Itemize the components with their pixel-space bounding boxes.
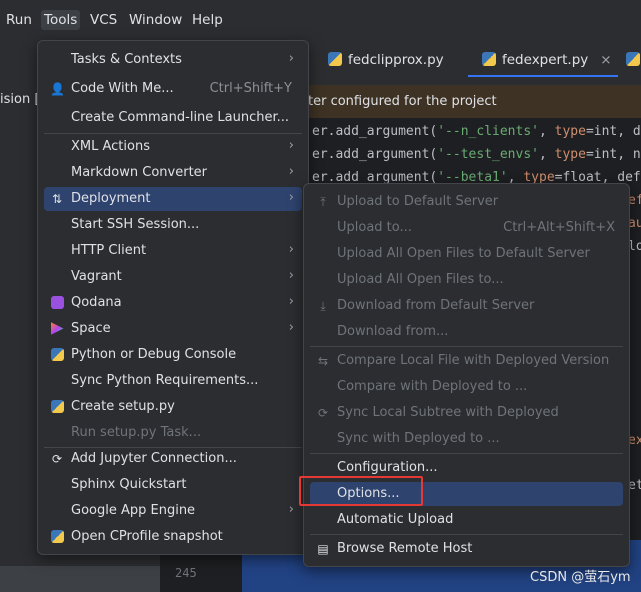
menu-separator xyxy=(310,453,623,454)
python-file-icon xyxy=(328,52,342,66)
code-line: er.add_argument('--test_envs', type=int,… xyxy=(312,147,641,162)
space-icon xyxy=(50,322,64,336)
menu-bar: Run Tools VCS Window Help xyxy=(0,0,641,40)
upload-icon: ⤒ xyxy=(320,195,326,209)
menu-item-download-from: Download from... xyxy=(337,324,449,339)
watermark: CSDN @萤石ym xyxy=(530,570,631,585)
menu-item-compare-deployed: Compare with Deployed to ... xyxy=(337,379,528,394)
tab-fedclipprox[interactable]: fedclipprox.py xyxy=(328,52,444,68)
menu-item-space[interactable]: Space › xyxy=(44,317,302,341)
menu-vcs[interactable]: VCS xyxy=(90,12,117,28)
chevron-right-icon: › xyxy=(288,51,294,66)
chevron-right-icon: › xyxy=(288,294,294,309)
chevron-right-icon: › xyxy=(288,502,294,517)
project-panel-footer xyxy=(0,566,160,592)
code-line: er.add_argument('--n_clients', type=int,… xyxy=(312,124,641,139)
menu-separator xyxy=(310,534,623,535)
menu-item-sync-subtree: ⟳ Sync Local Subtree with Deployed xyxy=(317,405,559,420)
menu-item-sphinx-quickstart[interactable]: Sphinx Quickstart xyxy=(44,473,302,497)
interpreter-warning-banner: eter configured for the project xyxy=(300,85,641,118)
python-icon xyxy=(50,400,64,414)
menu-item-python-console[interactable]: Python or Debug Console xyxy=(44,343,302,367)
tab-fedexpert[interactable]: fedexpert.py × xyxy=(482,52,612,68)
sync-icon: ⟳ xyxy=(317,406,329,420)
menu-separator xyxy=(310,346,623,347)
menu-item-tasks-contexts[interactable]: Tasks & Contexts › xyxy=(44,48,302,72)
menu-item-upload-all-to: Upload All Open Files to... xyxy=(337,272,504,287)
download-icon: ⤓ xyxy=(320,299,326,313)
chevron-right-icon: › xyxy=(288,320,294,335)
menu-item-code-with-me[interactable]: 👤 Code With Me... Ctrl+Shift+Y xyxy=(44,77,302,101)
menu-item-qodana[interactable]: Qodana › xyxy=(44,291,302,315)
tab-overflow[interactable] xyxy=(626,52,641,68)
menu-run[interactable]: Run xyxy=(6,12,32,28)
menu-item-add-jupyter[interactable]: ⟳ Add Jupyter Connection... xyxy=(44,447,302,471)
menu-item-upload-to: Upload to... Ctrl+Alt+Shift+X xyxy=(337,220,615,235)
tools-menu: Tasks & Contexts › 👤 Code With Me... Ctrl… xyxy=(37,40,309,555)
menu-item-create-setup[interactable]: Create setup.py xyxy=(44,395,302,419)
menu-item-start-ssh[interactable]: Start SSH Session... xyxy=(44,213,302,237)
menu-item-vagrant[interactable]: Vagrant › xyxy=(44,265,302,289)
menu-item-markdown-converter[interactable]: Markdown Converter › xyxy=(44,161,302,185)
remote-host-icon: ▤ xyxy=(317,542,329,556)
python-icon xyxy=(50,530,64,544)
deployment-submenu: ⤒ Upload to Default Server Upload to... … xyxy=(303,183,630,567)
menu-item-create-launcher[interactable]: Create Command-line Launcher... xyxy=(44,106,302,130)
menu-item-browse-remote-host[interactable]: ▤ Browse Remote Host xyxy=(310,537,623,561)
menu-item-run-setup-task: Run setup.py Task... xyxy=(71,425,202,440)
menu-item-deployment[interactable]: ⇅ Deployment › xyxy=(44,187,302,211)
editor-tab-bar: fedclipprox.py fedexpert.py × xyxy=(300,40,641,78)
menu-item-upload-all-default: Upload All Open Files to Default Server xyxy=(337,246,590,261)
deployment-icon: ⇅ xyxy=(51,192,63,206)
menu-item-google-app-engine[interactable]: Google App Engine › xyxy=(44,499,302,523)
chevron-right-icon: › xyxy=(288,190,294,205)
menu-tools[interactable]: Tools xyxy=(41,10,81,30)
highlight-annotation-box xyxy=(299,476,423,506)
python-icon xyxy=(50,348,64,362)
line-number: 245 xyxy=(175,566,197,580)
menu-item-upload-default: ⤒ Upload to Default Server xyxy=(310,190,623,214)
menu-window[interactable]: Window xyxy=(129,12,182,28)
menu-item-download-default: ⤓ Download from Default Server xyxy=(310,294,623,318)
close-tab-icon[interactable]: × xyxy=(600,52,611,68)
menu-item-http-client[interactable]: HTTP Client › xyxy=(44,239,302,263)
menu-item-open-cprofile[interactable]: Open CProfile snapshot xyxy=(44,525,302,549)
chevron-right-icon: › xyxy=(288,164,294,179)
qodana-icon xyxy=(50,296,64,310)
chevron-right-icon: › xyxy=(288,138,294,153)
menu-help[interactable]: Help xyxy=(192,12,223,28)
menu-item-automatic-upload[interactable]: Automatic Upload xyxy=(310,508,623,532)
python-file-icon xyxy=(626,52,640,66)
user-plus-icon: 👤 xyxy=(50,82,65,96)
active-tab-indicator xyxy=(468,75,618,77)
menu-item-sync-requirements[interactable]: Sync Python Requirements... xyxy=(44,369,302,393)
menu-item-sync-deployed: Sync with Deployed to ... xyxy=(337,431,500,446)
chevron-right-icon: › xyxy=(288,242,294,257)
chevron-right-icon: › xyxy=(288,268,294,283)
banner-text: eter configured for the project xyxy=(300,94,497,109)
project-tree-text: ision [ xyxy=(0,92,40,107)
menu-item-xml-actions[interactable]: XML Actions › xyxy=(44,135,302,159)
python-file-icon xyxy=(482,52,496,66)
jupyter-icon: ⟳ xyxy=(51,452,63,466)
menu-item-compare-local: ⇆ Compare Local File with Deployed Versi… xyxy=(317,353,610,368)
menu-separator xyxy=(44,133,302,134)
compare-icon: ⇆ xyxy=(317,354,329,368)
